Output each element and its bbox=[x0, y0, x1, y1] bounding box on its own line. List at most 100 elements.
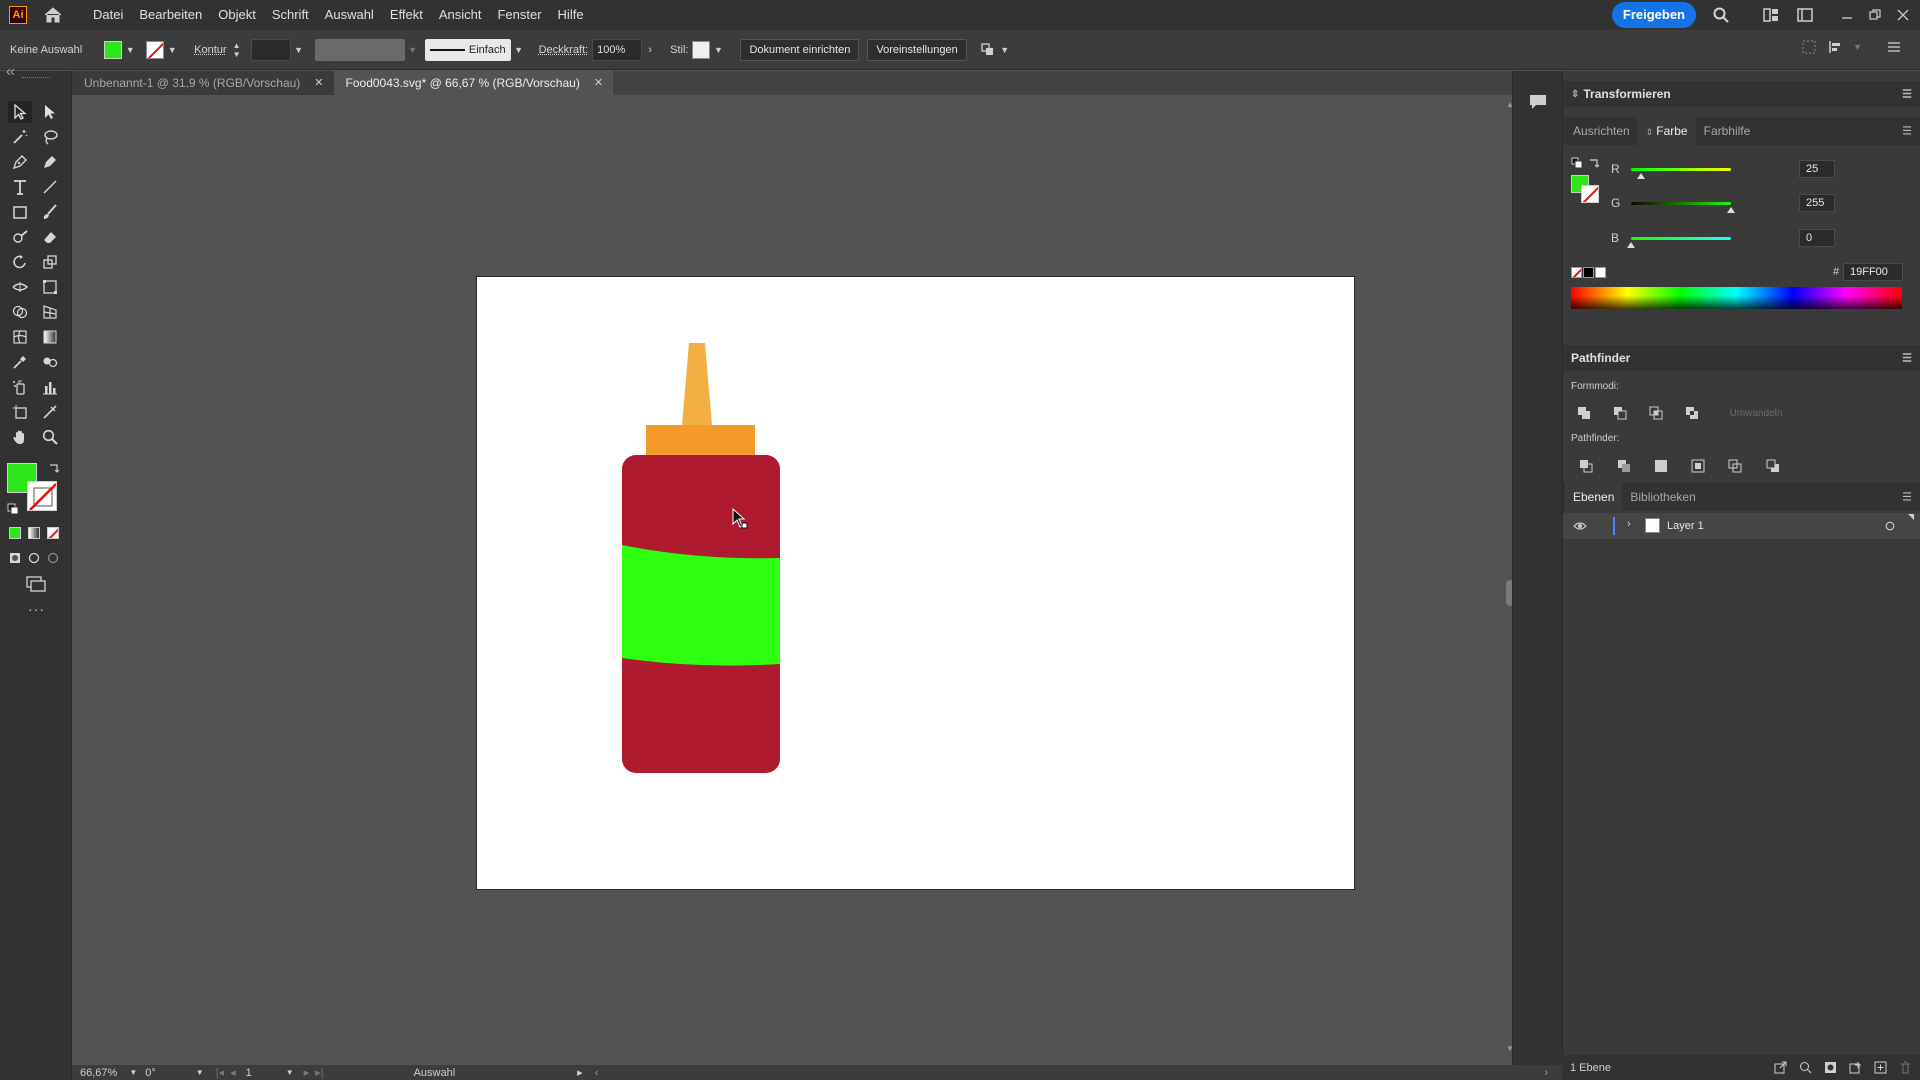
minus-back-icon[interactable] bbox=[1764, 457, 1782, 475]
canvas-area[interactable] bbox=[72, 95, 1512, 1075]
panel-menu-icon[interactable]: ☰ bbox=[1902, 491, 1912, 504]
layer-name[interactable]: Layer 1 bbox=[1667, 520, 1704, 532]
artboard-tool-icon[interactable] bbox=[8, 401, 32, 423]
fill-dropdown-icon[interactable]: ▼ bbox=[125, 45, 135, 55]
artboard-number[interactable]: 1 bbox=[246, 1067, 252, 1079]
hand-tool-icon[interactable] bbox=[8, 426, 32, 448]
stroke-swatch[interactable] bbox=[146, 40, 165, 59]
arrange-dropdown-icon[interactable]: ▼ bbox=[1000, 45, 1010, 55]
draw-normal-icon[interactable] bbox=[9, 552, 21, 564]
color-mode-button[interactable] bbox=[9, 527, 21, 539]
artboard-dropdown-icon[interactable]: ▼ bbox=[286, 1068, 294, 1077]
color-panel-stroke-swatch[interactable] bbox=[1581, 185, 1599, 203]
color-reset-icon[interactable] bbox=[1571, 157, 1583, 169]
next-artboard-icon[interactable]: ▸ bbox=[304, 1066, 310, 1079]
bottle-cap[interactable] bbox=[646, 425, 755, 455]
intersect-icon[interactable] bbox=[1647, 404, 1665, 422]
tab-ebenen[interactable]: Ebenen bbox=[1565, 483, 1623, 511]
width-tool-icon[interactable] bbox=[8, 276, 32, 298]
menu-fenster[interactable]: Fenster bbox=[489, 0, 549, 30]
make-clipping-mask-icon[interactable] bbox=[1824, 1061, 1837, 1074]
screen-mode-icon[interactable] bbox=[26, 576, 46, 592]
tab-ausrichten[interactable]: Ausrichten bbox=[1565, 117, 1638, 145]
draw-behind-icon[interactable] bbox=[28, 552, 40, 564]
draw-inside-icon[interactable] bbox=[47, 552, 59, 564]
zoom-tool-icon[interactable] bbox=[38, 426, 62, 448]
bottle-nozzle[interactable] bbox=[682, 343, 712, 425]
rotate-tool-icon[interactable] bbox=[8, 251, 32, 273]
swap-fill-stroke-icon[interactable] bbox=[48, 462, 60, 474]
zoom-level[interactable]: 66,67% bbox=[80, 1067, 117, 1079]
pen-tool-icon[interactable] bbox=[8, 151, 32, 173]
toolbar-collapse-icon[interactable] bbox=[6, 69, 16, 75]
merge-icon[interactable] bbox=[1652, 457, 1670, 475]
curvature-tool-icon[interactable] bbox=[38, 151, 62, 173]
blue-slider-thumb[interactable] bbox=[1627, 241, 1635, 248]
black-swatch[interactable] bbox=[1583, 267, 1594, 278]
rotation-value[interactable]: 0° bbox=[145, 1067, 156, 1079]
direct-selection-tool-icon[interactable] bbox=[38, 101, 62, 123]
tab-food0043[interactable]: Food0043.svg* @ 66,67 % (RGB/Vorschau) ✕ bbox=[333, 71, 614, 95]
outline-icon[interactable] bbox=[1726, 457, 1744, 475]
expand-button[interactable]: Umwandeln bbox=[1725, 405, 1787, 423]
green-value-field[interactable]: 255 bbox=[1799, 194, 1835, 212]
align-to-icon[interactable] bbox=[1801, 39, 1817, 55]
tab-farbhilfe[interactable]: Farbhilfe bbox=[1696, 117, 1759, 145]
rectangle-tool-icon[interactable] bbox=[8, 201, 32, 223]
pathfinder-panel-header[interactable]: Pathfinder ☰ bbox=[1563, 345, 1920, 371]
new-layer-icon[interactable] bbox=[1874, 1061, 1887, 1074]
trim-icon[interactable] bbox=[1615, 457, 1633, 475]
tab-bibliotheken[interactable]: Bibliotheken bbox=[1622, 483, 1703, 511]
previous-artboard-icon[interactable]: ◂ bbox=[230, 1066, 236, 1079]
menu-bearbeiten[interactable]: Bearbeiten bbox=[131, 0, 210, 30]
stroke-weight-stepper[interactable]: ▲ ▼ bbox=[231, 39, 243, 61]
magic-wand-tool-icon[interactable] bbox=[8, 126, 32, 148]
brush-definition-field[interactable]: Einfach bbox=[424, 38, 511, 61]
mesh-tool-icon[interactable] bbox=[8, 326, 32, 348]
tab-unbenannt-1[interactable]: Unbenannt-1 @ 31,9 % (RGB/Vorschau) ✕ bbox=[72, 71, 334, 95]
opacity-field[interactable]: 100% bbox=[592, 38, 643, 61]
distribute-dropdown-icon[interactable]: ▼ bbox=[1853, 39, 1862, 55]
red-slider[interactable] bbox=[1631, 167, 1731, 179]
variable-width-profile[interactable] bbox=[314, 38, 405, 61]
stroke-weight-field[interactable] bbox=[250, 38, 291, 61]
unite-icon[interactable] bbox=[1575, 404, 1593, 422]
control-bar-menu-icon[interactable] bbox=[1886, 39, 1902, 55]
comments-icon[interactable] bbox=[1528, 93, 1548, 111]
line-segment-tool-icon[interactable] bbox=[38, 176, 62, 198]
close-tab-icon[interactable]: ✕ bbox=[594, 71, 603, 95]
type-tool-icon[interactable] bbox=[8, 176, 32, 198]
search-icon[interactable] bbox=[1710, 4, 1732, 26]
stroke-label[interactable]: Kontur bbox=[194, 44, 226, 56]
none-swatch[interactable] bbox=[1571, 267, 1582, 278]
zoom-dropdown-icon[interactable]: ▼ bbox=[129, 1068, 137, 1077]
layer-target-icon[interactable] bbox=[1885, 521, 1895, 531]
profile-dropdown-icon[interactable]: ▼ bbox=[408, 45, 418, 55]
stroke-dropdown-icon[interactable]: ▼ bbox=[167, 45, 177, 55]
expand-chevron-icon[interactable]: ⇕ bbox=[1571, 89, 1579, 100]
eraser-tool-icon[interactable] bbox=[38, 226, 62, 248]
panel-menu-icon[interactable]: ☰ bbox=[1902, 352, 1912, 365]
expand-layer-chevron-icon[interactable]: › bbox=[1627, 518, 1631, 530]
green-slider[interactable] bbox=[1631, 201, 1735, 213]
share-button[interactable]: Freigeben bbox=[1611, 2, 1696, 28]
close-window-icon[interactable] bbox=[1892, 4, 1914, 26]
new-sublayer-icon[interactable] bbox=[1849, 1061, 1862, 1074]
opacity-arrow-icon[interactable]: › bbox=[645, 44, 655, 56]
exclude-icon[interactable] bbox=[1683, 404, 1701, 422]
workspace-switcher-icon[interactable] bbox=[1794, 4, 1816, 26]
free-transform-tool-icon[interactable] bbox=[38, 276, 62, 298]
visibility-eye-icon[interactable] bbox=[1573, 521, 1587, 531]
lasso-tool-icon[interactable] bbox=[38, 126, 62, 148]
menu-objekt[interactable]: Objekt bbox=[210, 0, 264, 30]
edit-toolbar-icon[interactable]: ··· bbox=[28, 602, 44, 616]
green-slider-thumb[interactable] bbox=[1727, 206, 1735, 213]
paintbrush-tool-icon[interactable] bbox=[38, 201, 62, 223]
panel-menu-icon[interactable]: ☰ bbox=[1902, 125, 1912, 138]
document-setup-button[interactable]: Dokument einrichten bbox=[740, 38, 860, 61]
menu-ansicht[interactable]: Ansicht bbox=[431, 0, 490, 30]
selection-tool-icon[interactable] bbox=[8, 101, 32, 123]
red-value-field[interactable]: 25 bbox=[1799, 160, 1835, 178]
color-spectrum[interactable] bbox=[1571, 287, 1902, 309]
locate-object-icon[interactable] bbox=[1799, 1061, 1812, 1074]
